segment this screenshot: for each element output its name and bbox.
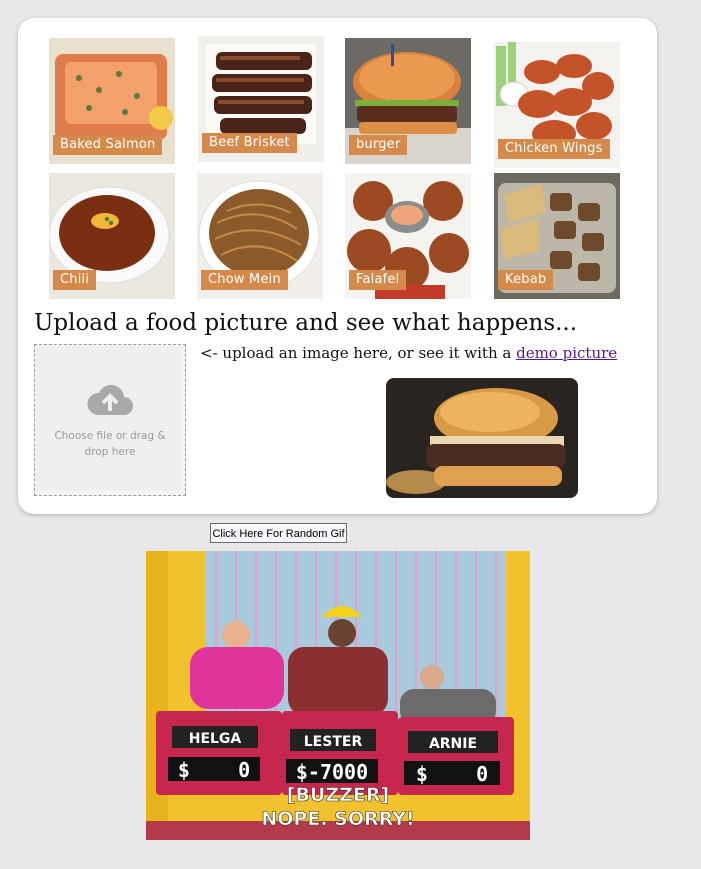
dropzone-text: Choose file or drag & drop here [54, 430, 166, 458]
food-label: Chili [53, 270, 97, 290]
page-title: Upload a food picture and see what happe… [34, 310, 578, 336]
food-label: Baked Salmon [53, 135, 163, 155]
main-card: Baked Salmon Beef Brisket burger Chicken… [18, 18, 657, 514]
food-label: Kebab [498, 270, 554, 290]
demo-burger-image [386, 378, 578, 498]
food-tile-chow-mein[interactable]: Chow Mein [197, 173, 323, 299]
contestant-score-helga: $ 0 [178, 758, 250, 782]
gif-caption-line1: [BUZZER] [287, 784, 389, 806]
food-tile-burger[interactable]: burger [345, 38, 471, 164]
contestant-name-arnie: ARNIE [429, 736, 477, 752]
food-tile-chili[interactable]: Chili [49, 173, 175, 299]
contestant-score-lester: $-7000 [296, 760, 368, 784]
food-tile-beef-brisket[interactable]: Beef Brisket [198, 36, 324, 162]
file-upload-dropzone[interactable]: Choose file or drag & drop here [34, 344, 186, 496]
food-tile-baked-salmon[interactable]: Baked Salmon [49, 38, 175, 164]
random-gif-image: HELGA LESTER ARNIE $ 0 $-7000 $ 0 [BUZZE… [146, 551, 530, 840]
contestant-name-helga: HELGA [189, 731, 242, 747]
food-label: Beef Brisket [202, 133, 297, 153]
food-label: burger [349, 135, 408, 155]
food-tile-chicken-wings[interactable]: Chicken Wings [494, 42, 620, 168]
food-label: Chicken Wings [498, 139, 610, 159]
food-tile-kebab[interactable]: Kebab [494, 173, 620, 299]
food-label: Chow Mein [201, 270, 288, 290]
contestant-score-arnie: $ 0 [416, 762, 488, 786]
contestant-name-lester: LESTER [304, 734, 363, 750]
demo-picture-link[interactable]: demo picture [516, 344, 617, 362]
food-label: Falafel [349, 270, 407, 290]
upload-hint: <- upload an image here, or see it with … [200, 344, 617, 362]
dropzone-inner [36, 346, 182, 491]
gif-caption-line2: NOPE. SORRY! [261, 808, 414, 830]
random-gif-button[interactable]: Click Here For Random Gif [210, 523, 347, 543]
cloud-upload-icon [87, 384, 133, 415]
food-tile-falafel[interactable]: Falafel [345, 173, 471, 299]
upload-hint-text: <- upload an image here, or see it with … [200, 344, 517, 362]
